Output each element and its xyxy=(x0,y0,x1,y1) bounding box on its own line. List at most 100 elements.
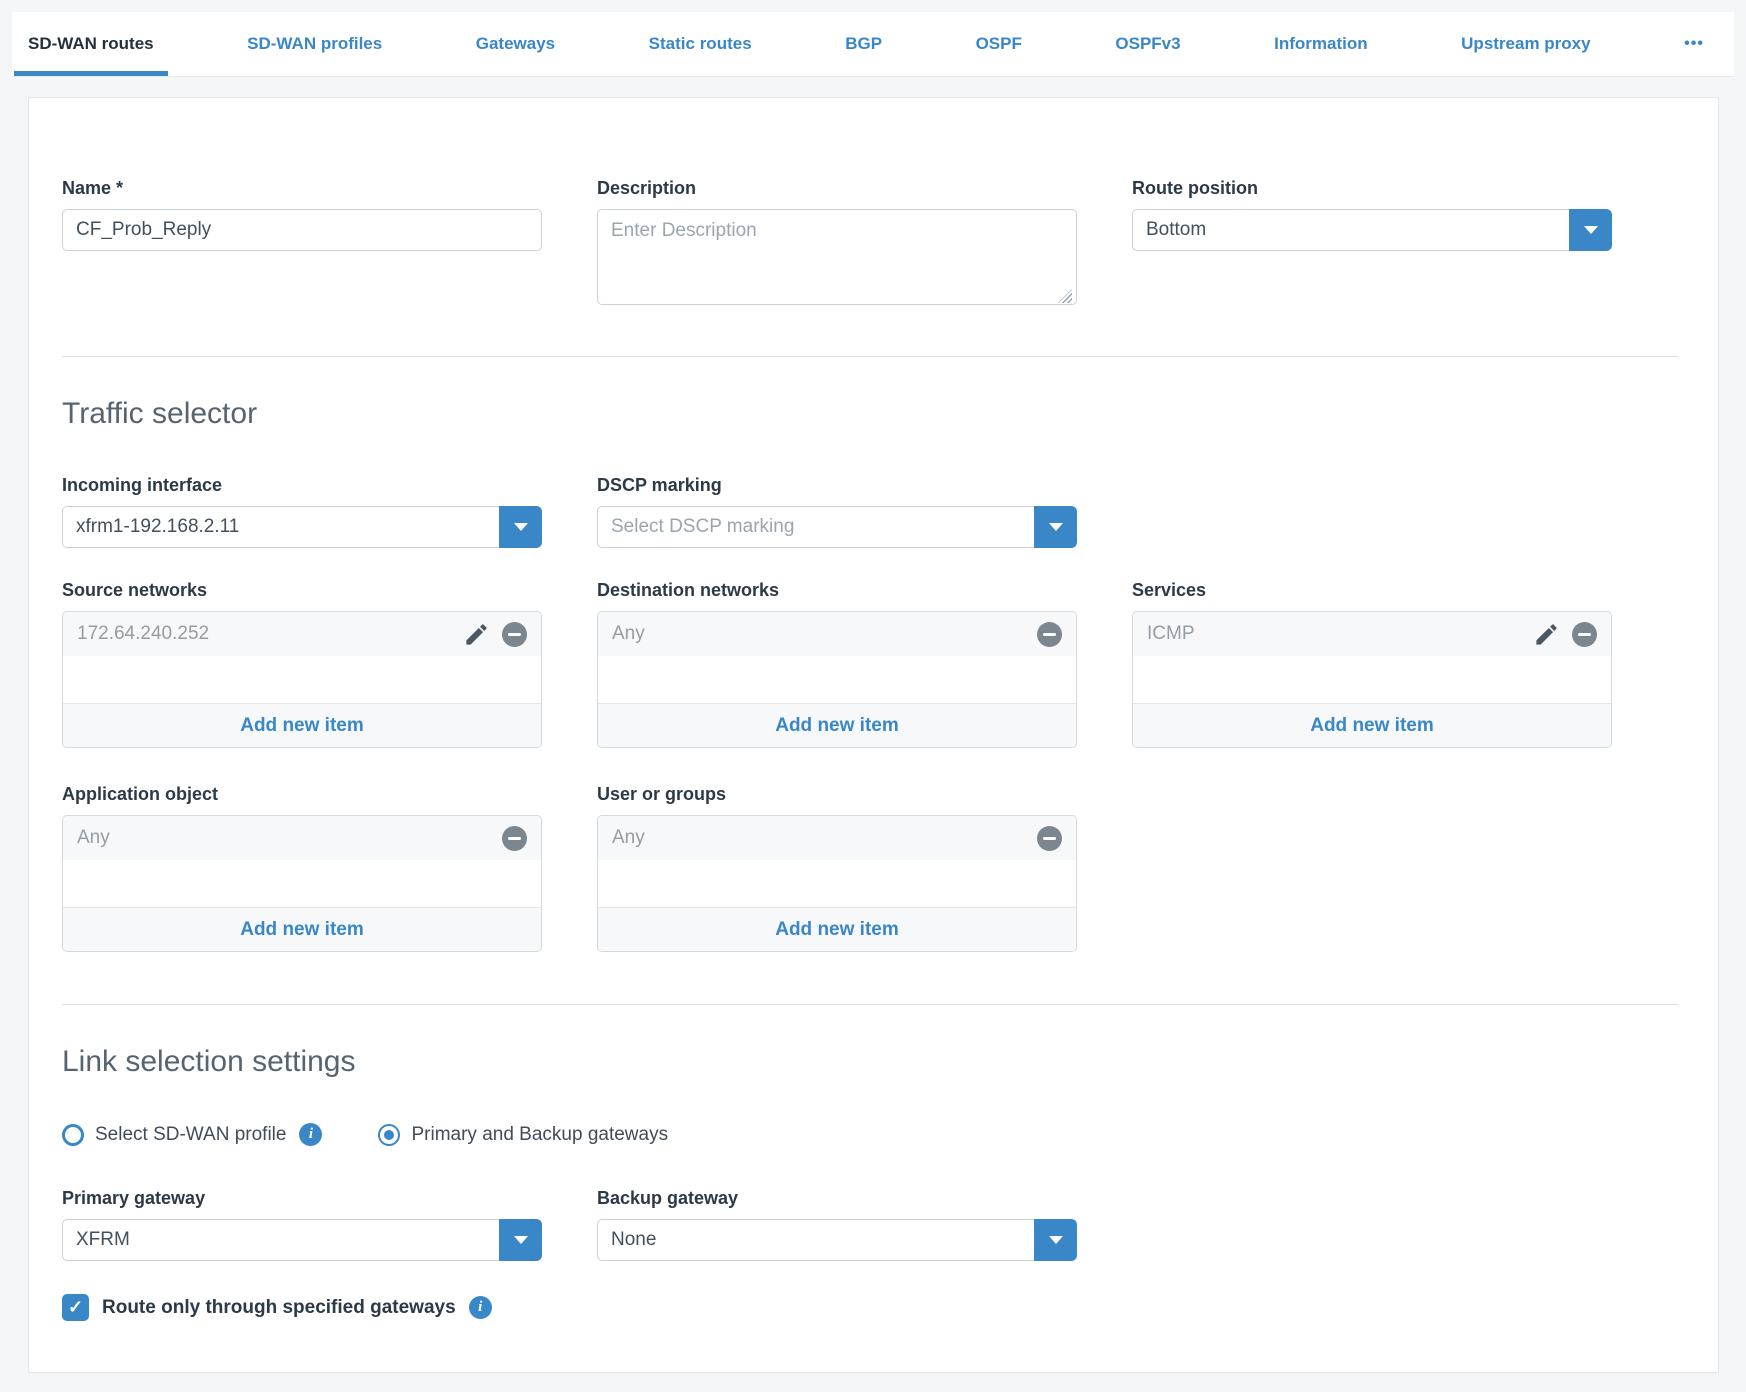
tab-ospf[interactable]: OSPF xyxy=(962,12,1036,76)
list-item: Any xyxy=(598,816,1076,860)
backup-gateway-select[interactable]: None xyxy=(597,1219,1077,1261)
user-or-groups-field: User or groups Any Add new item xyxy=(597,784,1077,952)
list-item-text: 172.64.240.252 xyxy=(77,623,209,645)
link-selection-heading: Link selection settings xyxy=(62,1045,1678,1079)
user-or-groups-list: Any Add new item xyxy=(597,815,1077,952)
incoming-interface-label: Incoming interface xyxy=(62,475,542,496)
gateway-row: Primary gateway XFRM Backup gateway None xyxy=(62,1188,1678,1261)
destination-networks-label: Destination networks xyxy=(597,580,1077,601)
backup-gateway-label: Backup gateway xyxy=(597,1188,1077,1209)
dscp-marking-dropdown-button[interactable] xyxy=(1034,506,1077,548)
services-field: Services ICMP Add new item xyxy=(1132,580,1612,748)
tabs-overflow-icon[interactable]: ••• xyxy=(1670,12,1718,76)
list-item: Any xyxy=(63,816,541,860)
tab-sd-wan-profiles[interactable]: SD-WAN profiles xyxy=(233,12,396,76)
route-position-dropdown-button[interactable] xyxy=(1569,209,1612,251)
interface-row: Incoming interface xfrm1-192.168.2.11 DS… xyxy=(62,475,1678,548)
description-field: Description xyxy=(597,178,1077,310)
remove-icon[interactable] xyxy=(1037,826,1062,851)
general-row: Name * Description Route position Bottom xyxy=(62,178,1678,310)
networks-row: Source networks 172.64.240.252 Add new i… xyxy=(62,580,1678,748)
dscp-marking-label: DSCP marking xyxy=(597,475,1077,496)
dscp-marking-value: Select DSCP marking xyxy=(598,516,1034,538)
chevron-down-icon xyxy=(1049,523,1063,531)
radio-icon xyxy=(378,1124,400,1146)
tab-upstream-proxy[interactable]: Upstream proxy xyxy=(1447,12,1604,76)
route-position-label: Route position xyxy=(1132,178,1612,199)
section-divider xyxy=(62,356,1678,357)
list-item-text: ICMP xyxy=(1147,623,1195,645)
application-object-list: Any Add new item xyxy=(62,815,542,952)
tab-information[interactable]: Information xyxy=(1260,12,1382,76)
route-only-checkbox[interactable] xyxy=(62,1294,89,1321)
services-list: ICMP Add new item xyxy=(1132,611,1612,748)
radio-label: Primary and Backup gateways xyxy=(411,1124,668,1146)
primary-gateway-select[interactable]: XFRM xyxy=(62,1219,542,1261)
list-item-text: Any xyxy=(77,827,110,849)
list-item-text: Any xyxy=(612,827,645,849)
list-item: 172.64.240.252 xyxy=(63,612,541,656)
tab-bgp[interactable]: BGP xyxy=(831,12,896,76)
backup-gateway-dropdown-button[interactable] xyxy=(1034,1219,1077,1261)
info-icon[interactable] xyxy=(299,1123,322,1146)
user-or-groups-add-button[interactable]: Add new item xyxy=(598,907,1076,951)
link-selection-radio-group: Select SD-WAN profile Primary and Backup… xyxy=(62,1123,1678,1146)
description-input[interactable] xyxy=(597,209,1077,305)
primary-gateway-label: Primary gateway xyxy=(62,1188,542,1209)
chevron-down-icon xyxy=(514,523,528,531)
application-row: Application object Any Add new item User… xyxy=(62,784,1678,952)
sd-wan-route-form: Name * Description Route position Bottom… xyxy=(28,97,1719,1373)
services-add-button[interactable]: Add new item xyxy=(1133,703,1611,747)
name-label: Name * xyxy=(62,178,542,199)
tab-ospfv3[interactable]: OSPFv3 xyxy=(1101,12,1194,76)
tab-gateways[interactable]: Gateways xyxy=(462,12,569,76)
destination-networks-field: Destination networks Any Add new item xyxy=(597,580,1077,748)
tab-static-routes[interactable]: Static routes xyxy=(635,12,766,76)
incoming-interface-select[interactable]: xfrm1-192.168.2.11 xyxy=(62,506,542,548)
incoming-interface-value: xfrm1-192.168.2.11 xyxy=(63,516,499,538)
tab-bar: SD-WAN routes SD-WAN profiles Gateways S… xyxy=(12,12,1734,77)
info-icon[interactable] xyxy=(469,1296,492,1319)
radio-primary-and-backup-gateways[interactable]: Primary and Backup gateways xyxy=(378,1124,668,1146)
list-item: Any xyxy=(598,612,1076,656)
source-networks-list: 172.64.240.252 Add new item xyxy=(62,611,542,748)
radio-select-sd-wan-profile[interactable]: Select SD-WAN profile xyxy=(62,1124,286,1146)
remove-icon[interactable] xyxy=(1572,622,1597,647)
user-or-groups-label: User or groups xyxy=(597,784,1077,805)
name-field: Name * xyxy=(62,178,542,310)
radio-icon xyxy=(62,1124,84,1146)
section-divider xyxy=(62,1004,1678,1005)
list-item: ICMP xyxy=(1133,612,1611,656)
radio-label: Select SD-WAN profile xyxy=(95,1124,286,1146)
services-label: Services xyxy=(1132,580,1612,601)
source-networks-add-button[interactable]: Add new item xyxy=(63,703,541,747)
application-object-field: Application object Any Add new item xyxy=(62,784,542,952)
remove-icon[interactable] xyxy=(502,622,527,647)
dscp-marking-select[interactable]: Select DSCP marking xyxy=(597,506,1077,548)
edit-icon[interactable] xyxy=(463,621,490,648)
route-position-field: Route position Bottom xyxy=(1132,178,1612,310)
name-input[interactable] xyxy=(62,209,542,251)
description-label: Description xyxy=(597,178,1077,199)
route-position-select[interactable]: Bottom xyxy=(1132,209,1612,251)
backup-gateway-value: None xyxy=(598,1229,1034,1251)
edit-icon[interactable] xyxy=(1533,621,1560,648)
list-item-text: Any xyxy=(612,623,645,645)
source-networks-field: Source networks 172.64.240.252 Add new i… xyxy=(62,580,542,748)
primary-gateway-dropdown-button[interactable] xyxy=(499,1219,542,1261)
application-object-add-button[interactable]: Add new item xyxy=(63,907,541,951)
route-position-value: Bottom xyxy=(1133,219,1569,241)
backup-gateway-field: Backup gateway None xyxy=(597,1188,1077,1261)
chevron-down-icon xyxy=(1049,1236,1063,1244)
chevron-down-icon xyxy=(514,1236,528,1244)
tab-sd-wan-routes[interactable]: SD-WAN routes xyxy=(14,12,168,76)
route-only-row: Route only through specified gateways xyxy=(62,1294,1678,1321)
primary-gateway-value: XFRM xyxy=(63,1229,499,1251)
destination-networks-add-button[interactable]: Add new item xyxy=(598,703,1076,747)
traffic-selector-heading: Traffic selector xyxy=(62,397,1678,431)
remove-icon[interactable] xyxy=(502,826,527,851)
incoming-interface-dropdown-button[interactable] xyxy=(499,506,542,548)
remove-icon[interactable] xyxy=(1037,622,1062,647)
chevron-down-icon xyxy=(1584,226,1598,234)
incoming-interface-field: Incoming interface xfrm1-192.168.2.11 xyxy=(62,475,542,548)
